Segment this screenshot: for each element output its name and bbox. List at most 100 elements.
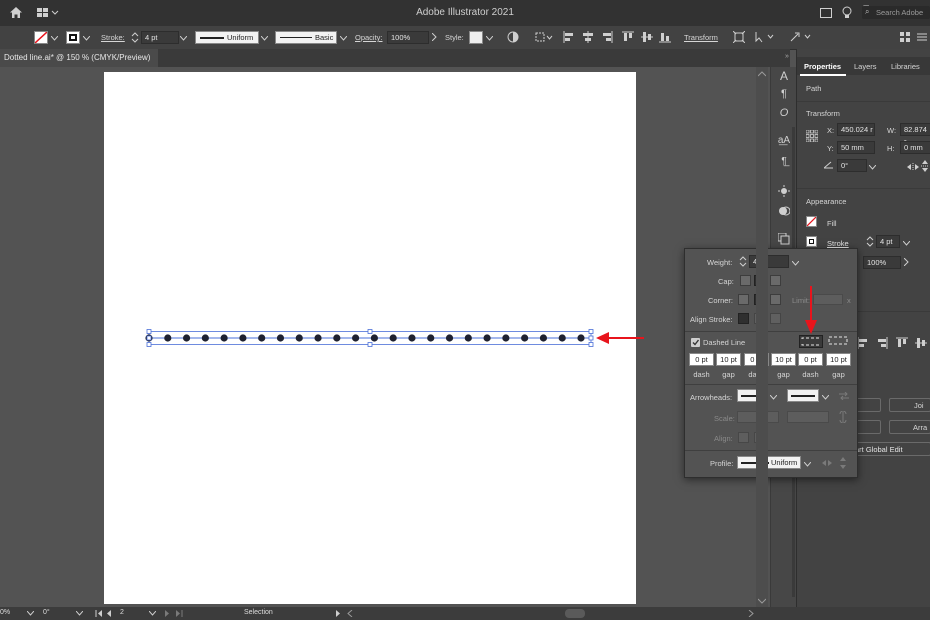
chevron-down-icon[interactable] xyxy=(75,610,84,616)
align-bottom-icon[interactable] xyxy=(659,31,671,43)
opacity-label[interactable]: Opacity: xyxy=(355,33,383,42)
scroll-left-icon[interactable] xyxy=(347,609,353,618)
align-right-icon[interactable] xyxy=(601,31,613,43)
align-top-icon[interactable] xyxy=(622,31,634,43)
search-field[interactable]: ⌕ Search Adobe xyxy=(862,6,930,19)
bounding-handle[interactable] xyxy=(588,329,594,334)
artboard-number-field[interactable]: 2 xyxy=(120,609,144,616)
document-tab[interactable]: Dotted line.ai* @ 150 % (CMYK/Preview) xyxy=(0,49,158,67)
bounding-handle[interactable] xyxy=(367,342,373,347)
stroke-label[interactable]: Stroke: xyxy=(101,33,125,42)
w-field[interactable]: 82.874 r xyxy=(900,123,930,146)
miter-join-button[interactable] xyxy=(738,294,749,305)
align-stroke-center-button[interactable] xyxy=(738,313,749,324)
preserve-dash-lengths-button[interactable] xyxy=(799,335,823,348)
chevron-down-icon[interactable] xyxy=(26,610,35,616)
align-horizontal-center-icon[interactable] xyxy=(582,31,594,43)
tab-libraries[interactable]: Libraries xyxy=(891,62,920,71)
chevron-down-icon[interactable] xyxy=(50,34,59,41)
chevron-down-icon[interactable] xyxy=(803,460,812,467)
rotate-field[interactable]: 0° xyxy=(837,159,867,172)
bevel-join-button[interactable] xyxy=(770,294,781,305)
align-left-icon[interactable] xyxy=(857,337,869,349)
end-scale-field[interactable] xyxy=(787,411,829,423)
zoom-field[interactable]: 0% xyxy=(0,609,20,616)
scroll-down-icon[interactable] xyxy=(757,597,767,604)
dash-gap-field[interactable]: 10 pt xyxy=(716,353,741,366)
brush-definition-dropdown[interactable]: Basic xyxy=(275,31,337,44)
bounding-handle[interactable] xyxy=(588,335,594,341)
scroll-up-icon[interactable] xyxy=(757,70,767,77)
isolate-icon[interactable] xyxy=(732,30,746,44)
align-top-icon[interactable] xyxy=(896,337,908,349)
fill-swatch[interactable] xyxy=(806,216,817,227)
align-vertical-center-icon[interactable] xyxy=(641,31,653,43)
butt-cap-button[interactable] xyxy=(740,275,751,286)
weight-field[interactable]: 4 pt xyxy=(749,255,789,268)
chevron-down-icon[interactable] xyxy=(868,163,877,170)
stroke-link[interactable]: Stroke xyxy=(827,239,849,248)
fill-swatch[interactable] xyxy=(34,31,48,44)
bounding-handle[interactable] xyxy=(146,335,152,341)
chevron-down-icon[interactable] xyxy=(485,34,494,41)
align-dashes-to-corners-button[interactable] xyxy=(827,335,851,348)
align-left-icon[interactable] xyxy=(563,31,575,43)
link-scale-icon[interactable] xyxy=(839,410,847,424)
opacity-field[interactable]: 100% xyxy=(863,256,901,269)
color-guide-icon[interactable] xyxy=(778,185,790,197)
graphic-style-swatch[interactable] xyxy=(469,31,483,44)
x-field[interactable]: 450.024 r xyxy=(837,123,875,136)
chevron-down-icon[interactable] xyxy=(769,393,778,400)
join-button[interactable]: Joi xyxy=(889,398,930,412)
stroke-swatch[interactable] xyxy=(806,236,817,247)
dotted-line-artwork[interactable] xyxy=(140,325,610,351)
chevron-down-icon[interactable] xyxy=(179,34,188,41)
horizontal-scrollbar-thumb[interactable] xyxy=(565,609,585,618)
tab-properties[interactable]: Properties xyxy=(804,62,841,71)
next-artboard-icon[interactable] xyxy=(164,610,170,617)
chevron-down-icon[interactable] xyxy=(82,34,91,41)
chevron-down-icon[interactable] xyxy=(260,34,269,41)
stroke-weight-field[interactable]: 4 pt xyxy=(876,235,900,248)
align-stroke-outside-button[interactable] xyxy=(770,313,781,324)
bounding-handle[interactable] xyxy=(588,342,594,347)
weight-stepper-icon[interactable] xyxy=(739,255,747,268)
dash-gap-field[interactable]: 10 pt xyxy=(771,353,796,366)
status-menu-icon[interactable] xyxy=(335,610,341,617)
opentype-icon[interactable]: O xyxy=(776,107,792,119)
character-icon[interactable]: A xyxy=(776,69,792,83)
chevron-down-icon[interactable] xyxy=(148,610,157,616)
select-similar-icon[interactable] xyxy=(754,31,776,43)
y-field[interactable]: 50 mm xyxy=(837,141,875,154)
flip-vertical-icon[interactable] xyxy=(921,160,929,172)
chevron-right-icon[interactable] xyxy=(903,257,910,267)
arrange-button[interactable]: Arra xyxy=(889,420,930,434)
dash-gap-field[interactable]: 0 pt xyxy=(689,353,714,366)
projecting-cap-button[interactable] xyxy=(770,275,781,286)
dash-gap-field[interactable]: 10 pt xyxy=(826,353,851,366)
bounding-handle[interactable] xyxy=(367,329,373,334)
last-artboard-icon[interactable] xyxy=(175,610,183,617)
layers-panel-icon[interactable] xyxy=(777,232,790,245)
reference-point-icon[interactable] xyxy=(805,129,819,143)
chevron-down-icon[interactable] xyxy=(821,393,830,400)
stroke-weight-stepper-icon[interactable] xyxy=(866,235,874,248)
chevron-right-icon[interactable] xyxy=(431,32,438,42)
chevron-down-icon[interactable] xyxy=(339,34,348,41)
flip-along-icon[interactable] xyxy=(822,459,832,467)
align-right-icon[interactable] xyxy=(876,337,888,349)
rotation-field[interactable]: 0° xyxy=(43,609,71,616)
paragraph-styles-icon[interactable]: ¶̲ xyxy=(776,156,792,167)
collapse-panels-icon[interactable]: » xyxy=(785,53,789,60)
vertical-scrollbar[interactable] xyxy=(756,67,768,607)
stroke-weight-field[interactable]: 4 pt xyxy=(141,31,179,44)
arrange-documents-icon[interactable] xyxy=(820,8,832,18)
dashed-line-checkbox[interactable] xyxy=(691,338,700,347)
stroke-weight-stepper-icon[interactable] xyxy=(131,31,139,44)
flip-across-icon[interactable] xyxy=(839,457,847,469)
stroke-swatch[interactable] xyxy=(66,31,80,44)
discover-icon[interactable] xyxy=(841,6,853,21)
tab-layers[interactable]: Layers xyxy=(854,62,877,71)
transform-link[interactable]: Transform xyxy=(684,33,718,42)
scroll-right-icon[interactable] xyxy=(748,609,754,618)
